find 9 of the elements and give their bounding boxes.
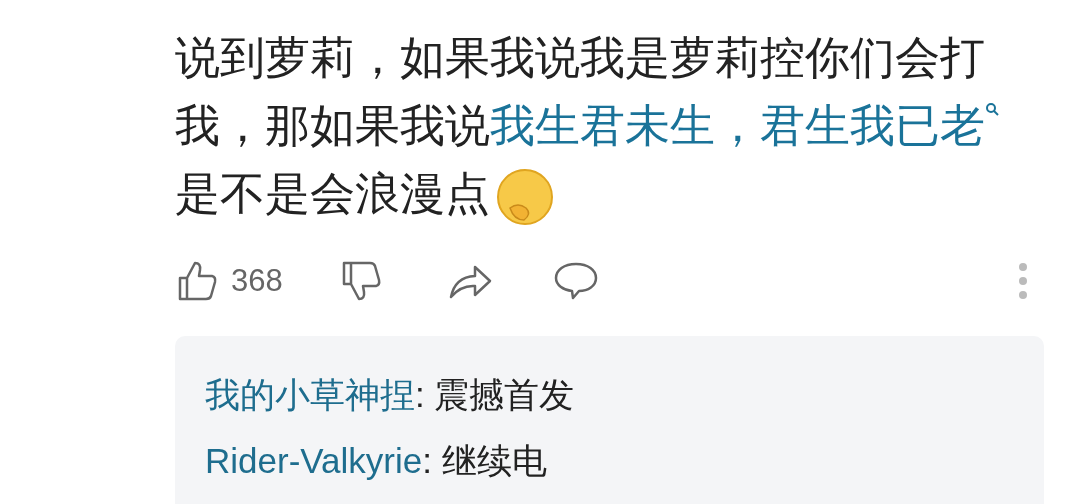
search-link[interactable]: 我生君未生，君生我已老 [490,99,1001,152]
reply-text: : 震撼首发 [415,375,575,414]
emoji-icon [496,168,554,226]
comment-icon[interactable] [552,260,599,302]
reply-username[interactable]: Rider-Valkyrie [205,441,423,480]
reply-username[interactable]: 我的小草神捏 [205,375,415,414]
like-button[interactable]: 368 [175,259,283,303]
reply-text: : 继续电 [422,441,547,480]
search-icon [985,102,1001,118]
